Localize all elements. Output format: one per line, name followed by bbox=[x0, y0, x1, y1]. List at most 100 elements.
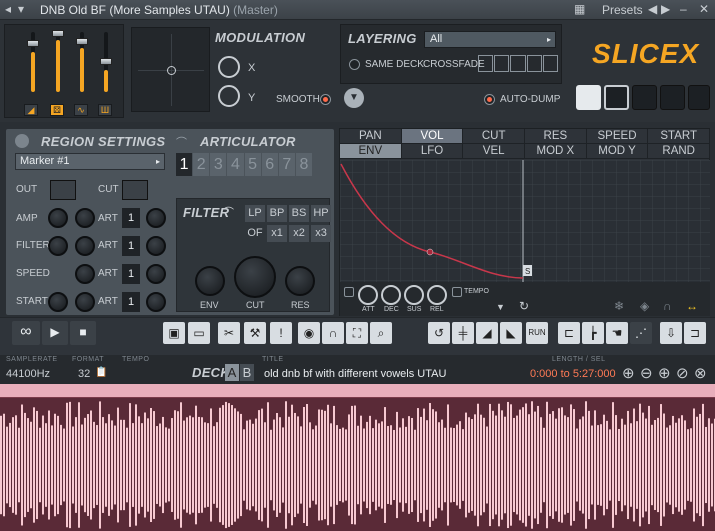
zoom-in-icon[interactable]: ⊕ bbox=[658, 364, 671, 382]
wrench-icon[interactable]: ⚒ bbox=[244, 322, 266, 344]
clipboard-icon[interactable]: 📋 bbox=[95, 367, 107, 378]
articulator-tab[interactable]: 7 bbox=[278, 153, 295, 176]
random-icon[interactable]: ⚄ bbox=[50, 104, 64, 116]
cut-tool-icon[interactable]: ✂ bbox=[218, 322, 240, 344]
tab-cut[interactable]: CUT bbox=[463, 129, 526, 144]
filter-art-knob[interactable] bbox=[146, 236, 166, 256]
envelope-editor[interactable]: S bbox=[340, 160, 710, 282]
save-icon[interactable]: ▣ bbox=[163, 322, 185, 344]
zoom-out-icon[interactable]: ⊖ bbox=[640, 364, 653, 382]
amp-knob-1[interactable] bbox=[48, 208, 68, 228]
sample-title[interactable]: old dnb bf with different vowels UTAU bbox=[264, 368, 446, 380]
tempo-checkbox[interactable] bbox=[452, 287, 462, 297]
amp-art-value[interactable]: 1 bbox=[122, 208, 140, 228]
browser-icon[interactable]: ▦ bbox=[574, 2, 585, 16]
speed-art-value[interactable]: 1 bbox=[122, 264, 140, 284]
wave-icon[interactable]: ∿ bbox=[74, 104, 88, 116]
speaker-mute-icon[interactable]: ⊗ bbox=[694, 364, 707, 382]
dots-icon[interactable]: ⋰ bbox=[630, 322, 652, 344]
tab-lfo[interactable]: LFO bbox=[401, 144, 464, 159]
start-art-knob[interactable] bbox=[146, 292, 166, 312]
filter-x2-button[interactable]: x2 bbox=[289, 225, 309, 242]
dropdown-arrow-icon[interactable]: ▾ bbox=[18, 2, 24, 16]
filter-x3-button[interactable]: x3 bbox=[311, 225, 331, 242]
dec-knob[interactable] bbox=[381, 285, 401, 305]
filter-lp-button[interactable]: LP bbox=[245, 205, 265, 222]
sus-knob[interactable] bbox=[404, 285, 424, 305]
export-icon[interactable]: ⇩ bbox=[660, 322, 682, 344]
rel-knob[interactable] bbox=[427, 285, 447, 305]
fader-1-knob[interactable] bbox=[27, 40, 39, 47]
tag-icon[interactable]: ◈ bbox=[640, 299, 649, 313]
articulator-tab[interactable]: 3 bbox=[210, 153, 227, 176]
amp-knob-2[interactable] bbox=[75, 208, 95, 228]
mod-y-knob[interactable] bbox=[218, 85, 240, 107]
waveform-overview-bar[interactable] bbox=[0, 384, 715, 398]
articulator-tab[interactable]: 1 bbox=[176, 153, 193, 176]
layering-select[interactable]: All ▸ bbox=[424, 31, 556, 48]
snap-magnet-icon[interactable]: ∩ bbox=[322, 322, 344, 344]
presets-label[interactable]: Presets bbox=[602, 3, 643, 17]
loop-icon[interactable]: ∞ bbox=[12, 321, 40, 345]
tab-env[interactable]: ENV bbox=[340, 144, 402, 159]
env-reset-icon[interactable]: ↻ bbox=[519, 299, 529, 313]
smooth-radio[interactable] bbox=[320, 94, 331, 105]
filter-art-value[interactable]: 1 bbox=[122, 236, 140, 256]
articulator-tab[interactable]: 6 bbox=[261, 153, 278, 176]
start-art-value[interactable]: 1 bbox=[122, 292, 140, 312]
filter-knob-1[interactable] bbox=[48, 236, 68, 256]
filter-hp-button[interactable]: HP bbox=[311, 205, 331, 222]
ramp-icon[interactable]: ◢ bbox=[24, 104, 38, 116]
cut-selector[interactable] bbox=[122, 180, 148, 200]
fade-out-icon[interactable]: ◣ bbox=[500, 322, 522, 344]
prev-preset-icon[interactable]: ◀ bbox=[648, 2, 657, 16]
xy-cursor[interactable] bbox=[167, 66, 176, 75]
fader-2[interactable] bbox=[56, 32, 60, 92]
new-file-icon[interactable]: ▭ bbox=[188, 322, 210, 344]
out-selector[interactable] bbox=[50, 180, 76, 200]
comb-icon[interactable]: Ш bbox=[98, 104, 112, 116]
speed-art-knob[interactable] bbox=[146, 264, 166, 284]
filter-knob-2[interactable] bbox=[75, 236, 95, 256]
filter-res-knob[interactable] bbox=[285, 266, 315, 296]
layout-3-icon[interactable] bbox=[660, 85, 685, 110]
tab-res[interactable]: RES bbox=[525, 129, 587, 144]
view-icon[interactable]: ◉ bbox=[298, 322, 320, 344]
tab-vol[interactable]: VOL bbox=[401, 129, 464, 144]
att-knob[interactable] bbox=[358, 285, 378, 305]
normalize-icon[interactable]: ╪ bbox=[452, 322, 474, 344]
mod-x-knob[interactable] bbox=[218, 56, 240, 78]
play-icon[interactable]: ▶ bbox=[42, 321, 68, 345]
xy-pad[interactable] bbox=[131, 27, 210, 112]
region-knob-icon[interactable] bbox=[15, 134, 29, 148]
reverse-icon[interactable]: ↺ bbox=[428, 322, 450, 344]
scroll-icon[interactable]: ⊘ bbox=[676, 364, 689, 382]
amp-art-knob[interactable] bbox=[146, 208, 166, 228]
marker-icon[interactable]: ! bbox=[270, 322, 292, 344]
filter-bs-button[interactable]: BS bbox=[289, 205, 309, 222]
filter-env-knob[interactable] bbox=[195, 266, 225, 296]
layout-4-icon[interactable] bbox=[688, 85, 710, 110]
articulator-tab[interactable]: 8 bbox=[295, 153, 312, 176]
start-knob-1[interactable] bbox=[48, 292, 68, 312]
dropdown-round-icon[interactable]: ▼ bbox=[344, 88, 364, 108]
marker-select[interactable]: Marker #1 ▸ bbox=[15, 153, 165, 170]
filter-cut-knob[interactable] bbox=[234, 256, 276, 298]
crosshair-icon[interactable]: ⊕ bbox=[622, 364, 635, 382]
tab-start[interactable]: START bbox=[648, 129, 711, 144]
deck-b-button[interactable]: B bbox=[240, 364, 254, 381]
magnet-icon[interactable]: ∩ bbox=[663, 299, 672, 313]
run-icon[interactable]: RUN bbox=[526, 322, 548, 344]
stop-icon[interactable]: ■ bbox=[70, 321, 96, 345]
dump-icon[interactable]: ⊐ bbox=[684, 322, 706, 344]
fader-3-knob[interactable] bbox=[76, 38, 88, 45]
same-deck-radio[interactable] bbox=[349, 59, 360, 70]
filter-x1-button[interactable]: x1 bbox=[267, 225, 287, 242]
minimize-icon[interactable]: – bbox=[680, 2, 687, 16]
stretch-icon[interactable]: ↔ bbox=[686, 299, 698, 313]
articulator-tab[interactable]: 4 bbox=[227, 153, 244, 176]
tab-rand[interactable]: RAND bbox=[648, 144, 711, 159]
filter-bp-button[interactable]: BP bbox=[267, 205, 287, 222]
speed-knob[interactable] bbox=[75, 264, 95, 284]
deck-a-button[interactable]: A bbox=[225, 364, 239, 381]
